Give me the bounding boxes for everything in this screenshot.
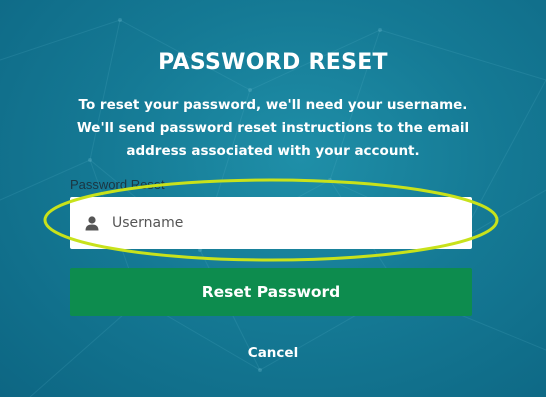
reset-password-button[interactable]: Reset Password: [70, 268, 472, 316]
cancel-link[interactable]: Cancel: [0, 345, 546, 361]
username-field-label: Password Reset: [70, 177, 165, 192]
password-reset-panel: PASSWORD RESET To reset your password, w…: [0, 0, 546, 397]
reset-instructions: To reset your password, we'll need your …: [76, 97, 470, 159]
user-icon: [84, 215, 100, 231]
username-field[interactable]: [70, 197, 472, 249]
page-title: PASSWORD RESET: [158, 50, 388, 75]
username-input[interactable]: [112, 197, 472, 249]
